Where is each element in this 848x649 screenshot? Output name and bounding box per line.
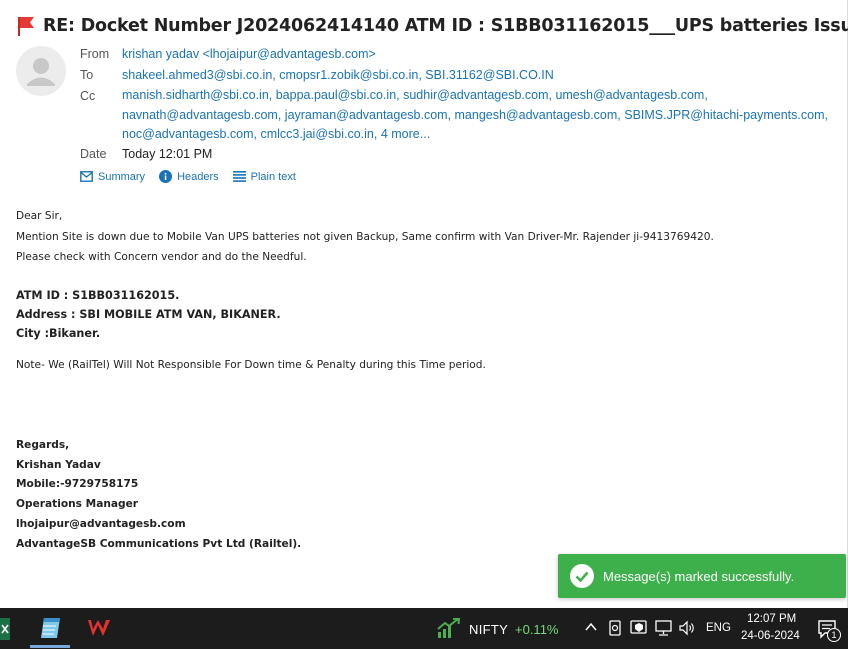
lines-icon <box>232 171 246 182</box>
cc-address-list[interactable]: manish.sidharth@sbi.co.in, bappa.paul@sb… <box>122 88 828 141</box>
language-indicator[interactable]: ENG <box>706 622 731 634</box>
person-icon <box>27 58 55 86</box>
summary-label: Summary <box>98 170 146 183</box>
view-mode-links: Summary Headers Plain text <box>80 170 296 183</box>
signature-mobile: Mobile:-9729758175 <box>16 478 139 490</box>
success-toast[interactable]: Message(s) marked successfully. <box>558 554 846 598</box>
stock-chart-icon[interactable] <box>437 618 461 638</box>
network-icon[interactable] <box>655 620 673 636</box>
date-label: Date <box>80 147 107 161</box>
toast-message: Message(s) marked successfully. <box>603 568 795 584</box>
cc-addresses[interactable]: manish.sidharth@sbi.co.in, bappa.paul@sb… <box>122 86 832 145</box>
greeting: Dear Sir, <box>16 210 63 222</box>
wps-office-icon[interactable] <box>86 616 112 640</box>
site-city: City :Bikaner. <box>16 327 101 340</box>
cc-label: Cc <box>80 89 96 103</box>
check-circle-icon <box>570 564 594 588</box>
site-address: Address : SBI MOBILE ATM VAN, BIKANER. <box>16 308 281 321</box>
chevron-up-icon[interactable] <box>585 622 597 632</box>
note: Note- We (RailTel) Will Not Responsible … <box>16 359 486 371</box>
excel-icon[interactable] <box>0 618 10 640</box>
active-app-indicator <box>30 645 70 648</box>
plain-text-link[interactable]: Plain text <box>232 170 296 183</box>
notepad-app-icon[interactable] <box>38 616 64 640</box>
plain-text-label: Plain text <box>250 170 296 183</box>
security-shield-icon[interactable] <box>630 620 648 636</box>
screen: RE: Docket Number J2024062414140 ATM ID … <box>0 0 848 649</box>
subject-row: RE: Docket Number J2024062414140 ATM ID … <box>16 15 848 37</box>
atm-id: ATM ID : S1BB031162015. <box>16 289 180 302</box>
excel-glyph <box>1 624 9 634</box>
email-view: RE: Docket Number J2024062414140 ATM ID … <box>0 0 848 608</box>
headers-link[interactable]: Headers <box>159 170 219 183</box>
from-label: From <box>80 47 110 61</box>
date-value: Today 12:01 PM <box>122 147 213 161</box>
sender-avatar <box>16 46 66 96</box>
signature-company: AdvantageSB Communications Pvt Ltd (Rail… <box>16 538 302 550</box>
to-label: To <box>80 68 94 82</box>
headers-label: Headers <box>177 170 219 183</box>
windows-taskbar: NIFTY +0.11% ENG 12:07 PM 24-06-2024 1 <box>0 608 848 649</box>
body-line: Please check with Concern vendor and do … <box>16 251 307 263</box>
to-addresses[interactable]: shakeel.ahmed3@sbi.co.in, cmopsr1.zobik@… <box>122 65 554 85</box>
summary-link[interactable]: Summary <box>80 171 145 183</box>
envelope-icon <box>80 171 93 182</box>
signature-email: lhojaipur@advantagesb.com <box>16 518 186 530</box>
clock-date[interactable]: 24-06-2024 <box>741 630 800 642</box>
notification-count-badge: 1 <box>827 628 841 642</box>
signature-line: Regards, <box>16 439 70 451</box>
clock-time[interactable]: 12:07 PM <box>747 613 796 625</box>
flag-icon[interactable] <box>16 15 36 37</box>
signature-title: Operations Manager <box>16 498 139 510</box>
from-address-link[interactable]: krishan yadav <lhojaipur@advantagesb.com… <box>122 44 376 64</box>
volume-icon[interactable] <box>678 620 696 636</box>
ticker-name[interactable]: NIFTY <box>469 622 508 637</box>
info-icon <box>159 170 173 183</box>
body-line: Mention Site is down due to Mobile Van U… <box>16 231 714 243</box>
ticker-change[interactable]: +0.11% <box>515 622 559 637</box>
email-subject: RE: Docket Number J2024062414140 ATM ID … <box>43 16 848 36</box>
cc-more-link[interactable]: 4 more... <box>381 127 430 141</box>
signature-name: Krishan Yadav <box>16 459 101 471</box>
device-icon[interactable] <box>608 620 622 636</box>
